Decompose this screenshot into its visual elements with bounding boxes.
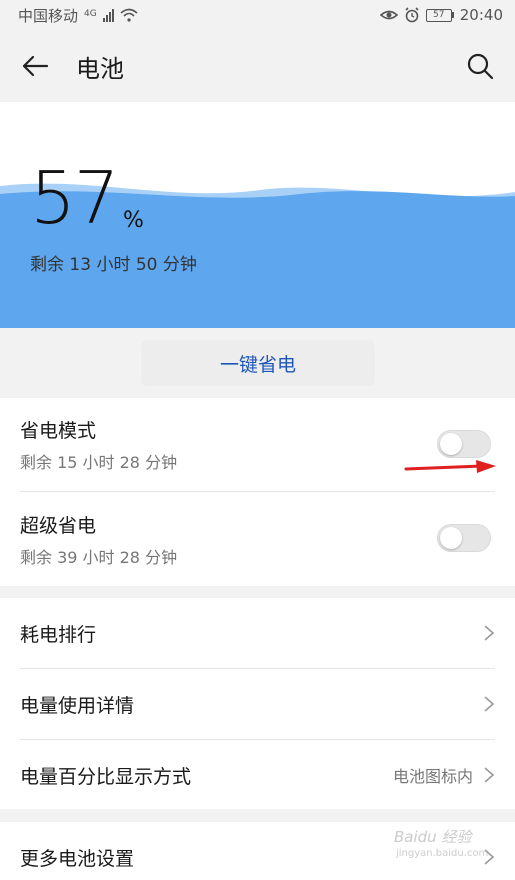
battery-percent: 57 xyxy=(30,156,120,240)
status-bar: 中国移动 4G 57 20:40 xyxy=(0,0,515,30)
clock: 20:40 xyxy=(459,6,503,24)
toggle-knob xyxy=(440,433,462,455)
battery-icon: 57 xyxy=(425,8,454,22)
chevron-right-icon xyxy=(484,696,495,712)
status-left: 中国移动 4G xyxy=(18,5,138,26)
ultra-power-saving-toggle[interactable] xyxy=(437,524,491,552)
eye-comfort-icon xyxy=(379,10,398,20)
status-right: 57 20:40 xyxy=(379,6,503,24)
baidu-watermark: Baidu 经验 xyxy=(394,828,472,846)
one-key-power-save-button[interactable]: 一键省电 xyxy=(141,340,375,386)
battery-hero: 57 % 剩余 13 小时 50 分钟 xyxy=(0,102,515,328)
ultra-power-saving-row[interactable]: 超级省电 剩余 39 小时 28 分钟 xyxy=(0,492,515,586)
battery-remaining-time: 剩余 13 小时 50 分钟 xyxy=(30,255,197,275)
signal-icon xyxy=(102,8,114,22)
power-saving-mode-text: 省电模式 剩余 15 小时 28 分钟 xyxy=(20,416,177,473)
battery-percentage-display-value: 电池图标内 xyxy=(392,767,473,786)
power-consumption-ranking-row[interactable]: 耗电排行 xyxy=(0,598,515,668)
baidu-watermark-url: jingyan.baidu.com xyxy=(396,848,489,859)
power-mode-card: 省电模式 剩余 15 小时 28 分钟 超级省电 剩余 39 小时 28 分钟 xyxy=(0,398,515,586)
toggle-knob xyxy=(440,527,462,549)
ultra-power-saving-title: 超级省电 xyxy=(20,514,97,537)
battery-menu-card: 耗电排行 电量使用详情 电量百分比显示方式 电池图标内 xyxy=(0,598,515,809)
battery-percentage-display-label: 电量百分比显示方式 xyxy=(20,765,192,788)
power-usage-details-label: 电量使用详情 xyxy=(20,694,135,717)
chevron-right-icon xyxy=(484,767,495,783)
battery-level-text: 57 xyxy=(425,8,452,22)
arrow-left-icon xyxy=(22,55,49,77)
ultra-power-saving-text: 超级省电 剩余 39 小时 28 分钟 xyxy=(20,511,177,568)
more-battery-settings-label: 更多电池设置 xyxy=(20,847,135,870)
app-bar: 电池 xyxy=(0,30,515,102)
power-saving-mode-toggle[interactable] xyxy=(437,430,491,458)
power-saving-mode-remaining: 剩余 15 小时 28 分钟 xyxy=(20,453,178,472)
search-icon xyxy=(467,53,494,80)
network-type: 4G xyxy=(84,8,97,19)
search-button[interactable] xyxy=(463,49,497,83)
back-button[interactable] xyxy=(18,49,52,83)
carrier-name: 中国移动 xyxy=(18,6,79,25)
alarm-icon xyxy=(405,7,419,23)
ultra-power-saving-remaining: 剩余 39 小时 28 分钟 xyxy=(20,547,178,567)
chevron-right-icon xyxy=(484,625,495,641)
power-usage-details-row[interactable]: 电量使用详情 xyxy=(0,669,515,739)
page-title: 电池 xyxy=(76,54,124,83)
battery-percentage-display-row[interactable]: 电量百分比显示方式 电池图标内 xyxy=(0,740,515,810)
wifi-icon xyxy=(120,8,138,22)
annotation-arrow-icon xyxy=(404,460,496,473)
power-saving-mode-title: 省电模式 xyxy=(20,420,97,442)
power-consumption-ranking-label: 耗电排行 xyxy=(20,623,97,646)
battery-percent-unit: % xyxy=(123,208,144,233)
